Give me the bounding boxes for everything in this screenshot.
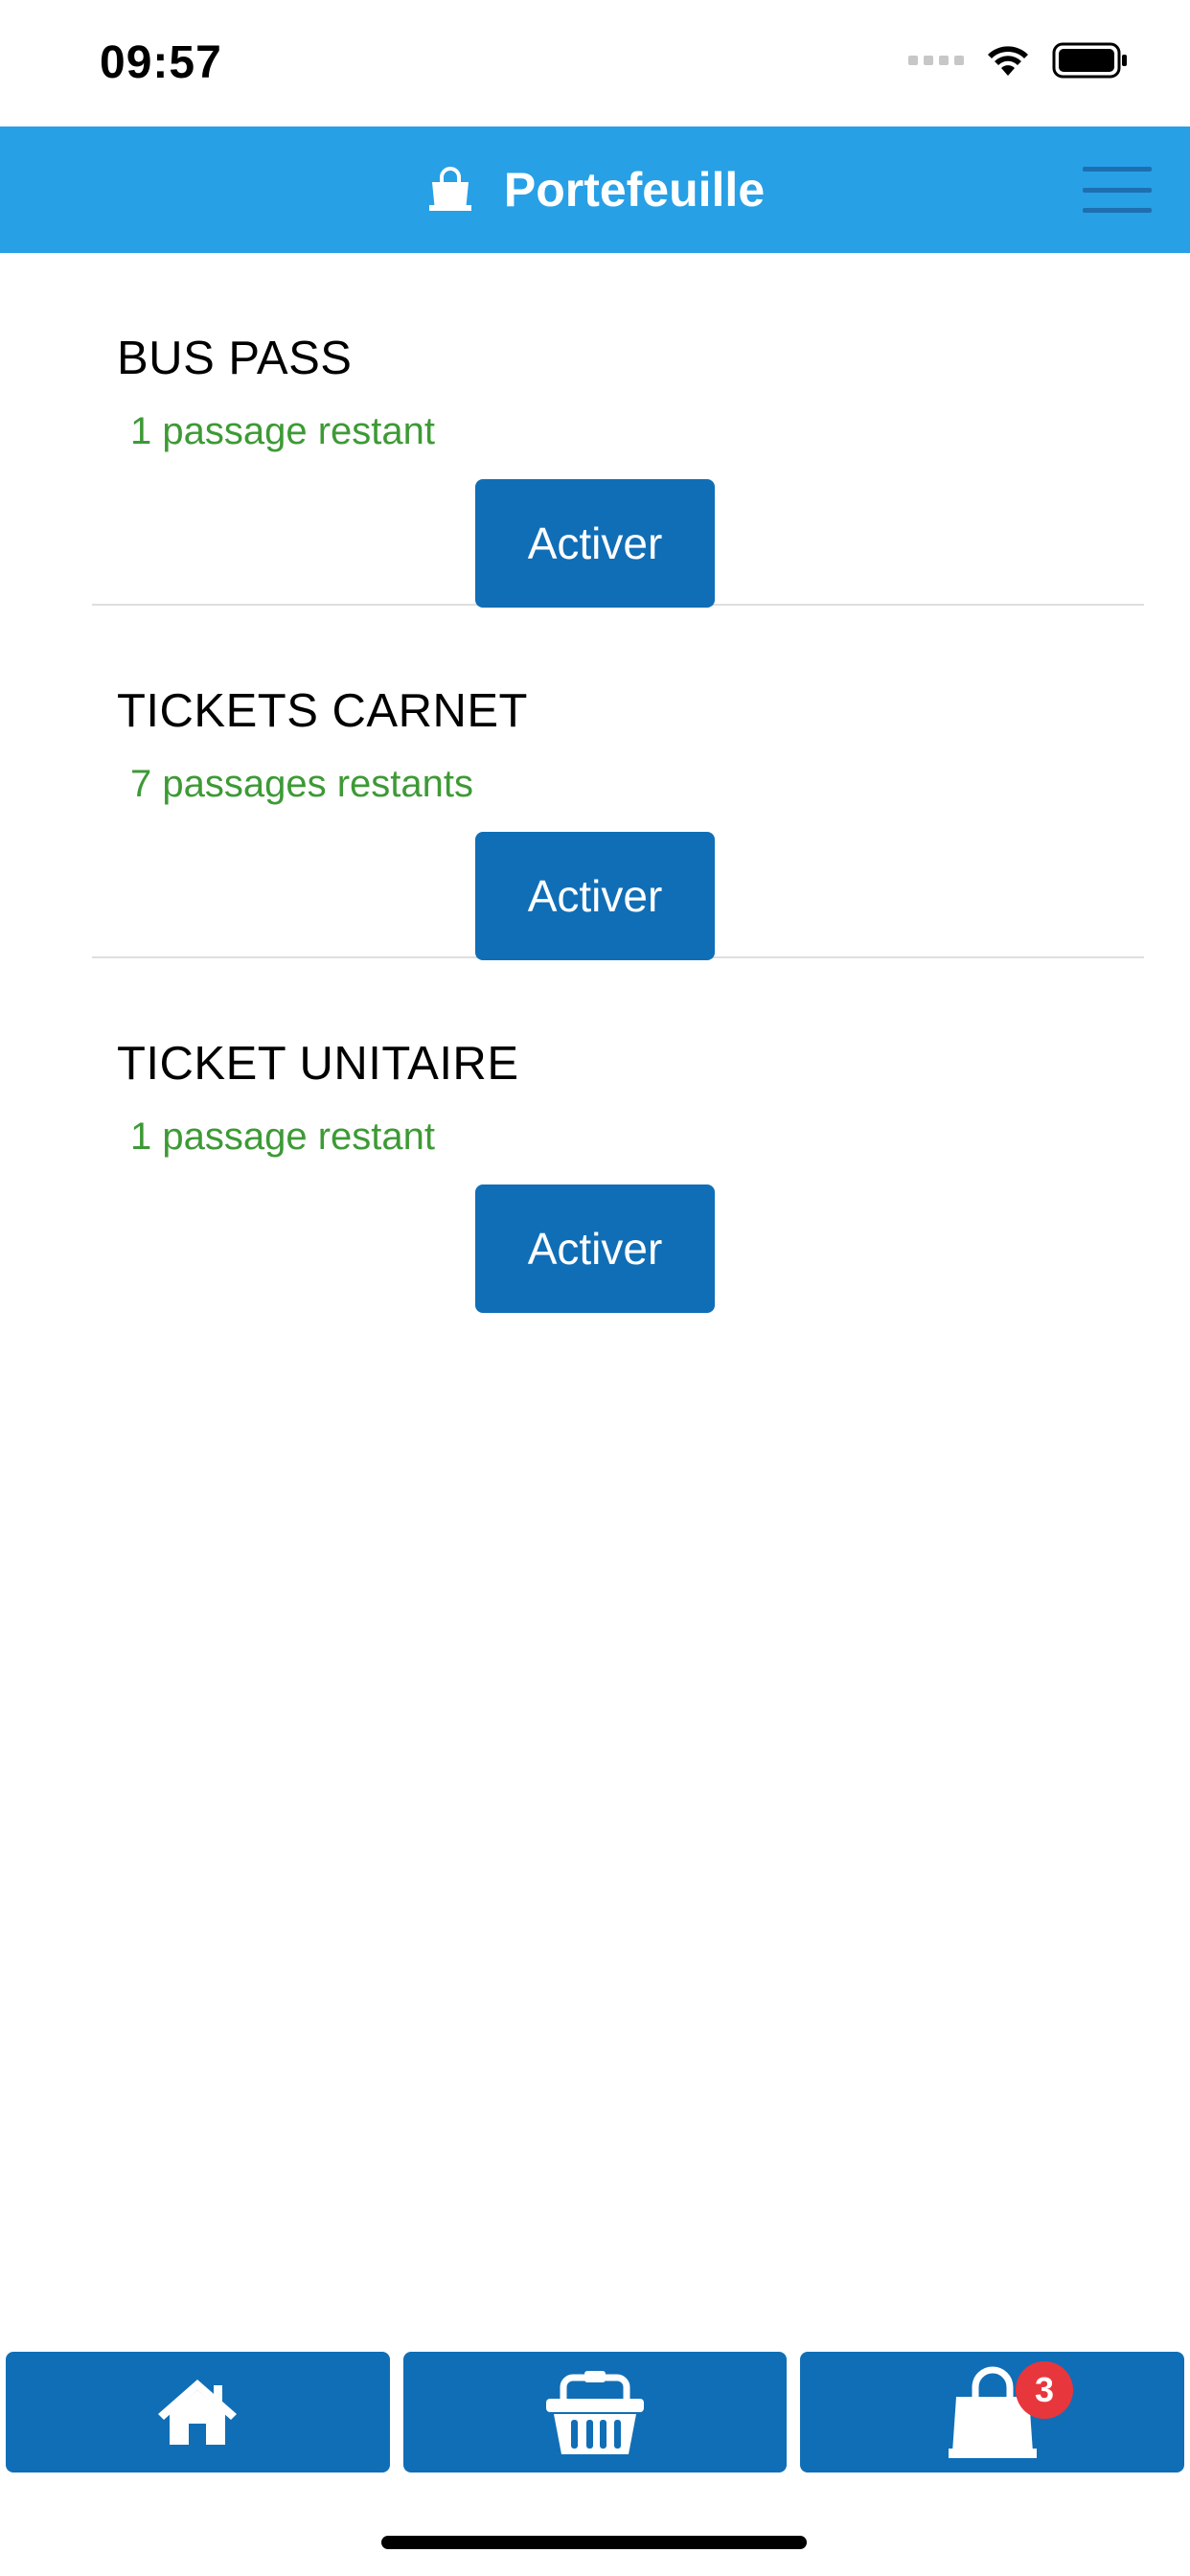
list-item: BUS PASS 1 passage restant Activer: [92, 253, 1144, 608]
status-time: 09:57: [100, 37, 222, 88]
activate-button[interactable]: Activer: [475, 479, 715, 608]
home-icon: [158, 2380, 238, 2445]
tab-home[interactable]: [6, 2352, 390, 2472]
activate-button[interactable]: Activer: [475, 1184, 715, 1313]
cart-count-badge: 3: [1016, 2361, 1074, 2419]
activate-button[interactable]: Activer: [475, 832, 715, 960]
item-name: BUS PASS: [117, 333, 353, 384]
item-name: TICKETS CARNET: [117, 685, 528, 737]
list-item: TICKET UNITAIRE 1 passage restant Active…: [92, 958, 1144, 1313]
status-bar: 09:57: [0, 0, 1190, 126]
home-indicator: [381, 2536, 807, 2549]
wallet-list: BUS PASS 1 passage restant Activer TICKE…: [92, 253, 1144, 1313]
app-header: Portefeuille: [0, 126, 1190, 253]
cellular-signal-icon: [908, 56, 964, 65]
item-name: TICKET UNITAIRE: [117, 1038, 519, 1090]
status-icons: [908, 42, 1129, 79]
shopping-bag-icon: [428, 167, 471, 211]
item-remaining: 7 passages restants: [130, 763, 473, 805]
tab-wallet[interactable]: 3: [800, 2352, 1185, 2472]
item-remaining: 1 passage restant: [130, 410, 435, 452]
basket-icon: [546, 2371, 644, 2454]
battery-icon: [1052, 42, 1127, 79]
item-remaining: 1 passage restant: [130, 1116, 435, 1158]
bottom-tab-bar: 3: [6, 2352, 1185, 2472]
page-title: Portefeuille: [503, 163, 766, 217]
list-item: TICKETS CARNET 7 passages restants Activ…: [92, 606, 1144, 960]
wifi-icon: [988, 46, 1028, 76]
tab-basket[interactable]: [402, 2352, 788, 2472]
hamburger-menu-icon[interactable]: [1083, 167, 1152, 213]
